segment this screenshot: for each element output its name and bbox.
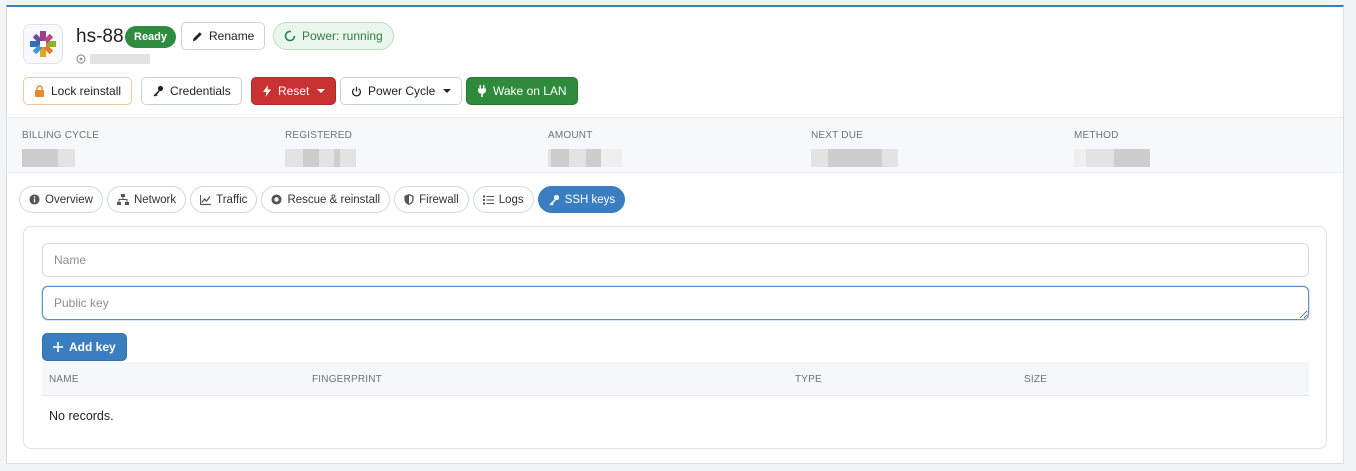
next-due: NEXT DUE [811,130,898,167]
server-tabs: Overview Network Traffic Rescue & reinst… [19,186,626,213]
power-cycle-dropdown-button[interactable]: Power Cycle [340,77,463,105]
plug-icon [478,85,486,97]
pencil-icon [192,31,202,41]
lifebuoy-icon [271,194,282,205]
column-type: TYPE [795,374,822,385]
ssh-keys-panel: Add key NAME FINGERPRINT TYPE SIZE No re… [23,226,1327,449]
tab-ssh-keys-label: SSH keys [564,193,616,206]
network-icon [116,194,129,205]
registered: REGISTERED [285,130,356,167]
billing-summary: BILLING CYCLE REGISTERED AMOUNT NEXT DUE… [7,117,1343,173]
power-status-label: Power: running [302,29,383,43]
tab-network[interactable]: Network [106,186,187,213]
ssh-keys-table-header: NAME FINGERPRINT TYPE SIZE [42,362,1309,396]
rename-label: Rename [209,29,255,43]
reset-label: Reset [278,84,310,98]
add-key-button[interactable]: Add key [42,333,127,361]
column-name: NAME [49,374,79,385]
os-logo-icon [23,24,63,64]
chevron-down-icon [317,89,326,93]
tab-traffic[interactable]: Traffic [190,186,258,213]
shield-icon [404,194,414,205]
amount: AMOUNT [548,130,622,167]
key-icon [549,194,559,205]
add-key-label: Add key [69,340,116,354]
wake-on-lan-button[interactable]: Wake on LAN [466,77,578,105]
tab-network-label: Network [133,193,177,206]
billing-cycle: BILLING CYCLE [22,130,99,167]
amount-label: AMOUNT [548,130,593,141]
tab-logs-label: Logs [498,193,524,206]
tab-overview-label: Overview [45,193,93,206]
rename-button[interactable]: Rename [181,22,266,50]
server-ip-redacted [76,54,150,64]
tab-rescue-reinstall[interactable]: Rescue & reinstall [261,186,391,213]
lock-reinstall-button[interactable]: Lock reinstall [23,77,133,105]
next-due-label: NEXT DUE [811,130,863,141]
reset-dropdown-button[interactable]: Reset [251,77,337,105]
credentials-label: Credentials [170,84,231,98]
next-due-value-redacted [811,149,898,167]
info-icon [29,194,40,205]
column-fingerprint: FINGERPRINT [312,374,382,385]
chevron-down-icon [443,89,452,93]
tab-ssh-keys[interactable]: SSH keys [537,186,626,213]
credentials-button[interactable]: Credentials [141,77,242,105]
method: METHOD [1074,130,1150,167]
tab-firewall[interactable]: Firewall [394,186,469,213]
list-icon [482,195,494,204]
circle-spinner-icon [284,30,296,42]
tab-firewall-label: Firewall [419,193,459,206]
method-value-redacted [1074,149,1150,167]
ssh-public-key-input[interactable] [42,286,1309,320]
power-cycle-label: Power Cycle [368,84,436,98]
key-icon [153,85,164,97]
tab-logs[interactable]: Logs [472,186,534,213]
fingerprint-icon [76,54,86,64]
status-badge: Ready [125,26,177,48]
power-status-button[interactable]: Power: running [273,22,394,50]
billing-cycle-label: BILLING CYCLE [22,130,100,141]
tab-traffic-label: Traffic [216,193,248,206]
lock-icon [35,85,44,97]
tab-rescue-reinstall-label: Rescue & reinstall [287,193,381,206]
server-hostname: hs-88 [76,26,124,47]
amount-value-redacted [548,149,622,167]
server-card: hs-88 Ready Rename Power: running Lock r… [6,5,1344,464]
billing-cycle-value-redacted [22,149,99,167]
power-icon [351,86,362,96]
registered-label: REGISTERED [285,130,353,141]
plus-icon [53,342,63,352]
column-size: SIZE [1024,374,1048,385]
empty-state-text: No records. [49,409,114,423]
method-label: METHOD [1074,130,1119,141]
registered-value-redacted [285,149,356,167]
lock-reinstall-label: Lock reinstall [51,84,122,98]
wake-on-lan-label: Wake on LAN [493,84,567,98]
bolt-icon [263,85,271,97]
ssh-key-name-input[interactable] [42,243,1309,277]
tab-overview[interactable]: Overview [19,186,103,213]
chart-icon [200,194,212,205]
